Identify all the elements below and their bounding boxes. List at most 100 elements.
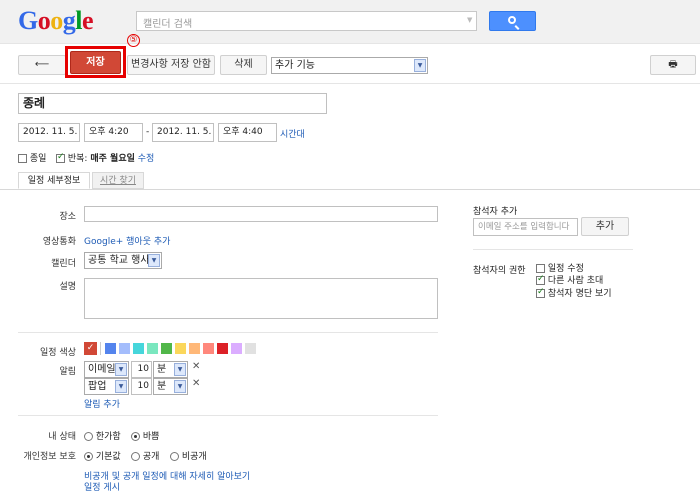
reminder-unit-select[interactable]: 분 ▼ bbox=[153, 378, 188, 395]
repeat-option[interactable]: 반복: 매주 월요일 수정 bbox=[56, 151, 154, 164]
where-input[interactable] bbox=[84, 206, 438, 222]
perm-invite-checkbox[interactable] bbox=[536, 274, 545, 285]
calendar-label: 캘린더 bbox=[51, 259, 76, 269]
reminder-unit-select[interactable]: 분 ▼ bbox=[153, 361, 188, 378]
privacy-public-radio[interactable] bbox=[131, 452, 140, 461]
all-day-checkbox[interactable] bbox=[18, 154, 27, 163]
perm-modify-checkbox[interactable] bbox=[536, 264, 545, 273]
add-hangout-link[interactable]: Google+ 행아웃 추가 bbox=[84, 234, 170, 247]
event-title-input[interactable]: 종례 bbox=[18, 93, 327, 114]
add-reminder-link[interactable]: 알림 추가 bbox=[84, 397, 120, 410]
repeat-checkbox[interactable] bbox=[56, 152, 65, 163]
color-swatch[interactable] bbox=[161, 343, 172, 354]
calendar-select[interactable]: 공통 학교 행사 ▼ bbox=[84, 252, 162, 269]
reminder-label: 알림 bbox=[59, 367, 76, 377]
reminder-method-select[interactable]: 팝업 ▼ bbox=[84, 378, 129, 395]
add-guest-button[interactable]: 추가 bbox=[581, 217, 629, 236]
perm-see-list-checkbox[interactable] bbox=[536, 287, 545, 298]
privacy-private-radio[interactable] bbox=[170, 452, 179, 461]
description-textarea[interactable] bbox=[84, 278, 438, 319]
color-swatch[interactable] bbox=[105, 343, 116, 354]
color-swatch[interactable] bbox=[245, 343, 256, 354]
color-swatch[interactable] bbox=[203, 343, 214, 354]
chevron-down-icon: ▼ bbox=[148, 254, 160, 267]
color-swatch[interactable] bbox=[189, 343, 200, 354]
available-radio[interactable] bbox=[84, 432, 93, 441]
print-button[interactable]: 🖶 bbox=[650, 55, 696, 75]
busy-option[interactable]: 바쁨 bbox=[131, 429, 159, 442]
discard-changes-button[interactable]: 변경사항 저장 안함 bbox=[127, 55, 215, 75]
tab-event-details[interactable]: 일정 세부정보 bbox=[18, 172, 90, 189]
selected-color-swatch[interactable]: ✓ bbox=[84, 342, 97, 355]
guest-email-input[interactable]: 이메일 주소를 입력합니다 bbox=[473, 218, 578, 236]
repeat-edit-link[interactable]: 수정 bbox=[138, 154, 155, 164]
search-options-icon[interactable]: ▼ bbox=[467, 16, 472, 24]
privacy-public-label: 공개 bbox=[142, 452, 160, 462]
color-swatch[interactable] bbox=[133, 343, 144, 354]
busy-radio[interactable] bbox=[131, 432, 140, 441]
reminder-unit-value: 분 bbox=[157, 381, 167, 392]
chevron-down-icon: ▼ bbox=[414, 59, 426, 72]
reminder-method-value: 이메일 bbox=[88, 364, 116, 375]
calendar-value: 공통 학교 행사 bbox=[88, 255, 150, 266]
privacy-private-label: 비공개 bbox=[181, 452, 207, 462]
end-time-input[interactable]: 오후 4:40 bbox=[218, 123, 277, 142]
all-day-option[interactable]: 종일 bbox=[18, 151, 46, 164]
repeat-label: 반복: bbox=[67, 154, 88, 164]
privacy-private-option[interactable]: 비공개 bbox=[170, 449, 207, 462]
all-day-label: 종일 bbox=[29, 154, 47, 164]
add-guests-title: 참석자 추가 bbox=[473, 207, 518, 217]
date-range-dash: - bbox=[146, 127, 150, 137]
color-swatch[interactable] bbox=[119, 343, 130, 354]
divider bbox=[18, 415, 438, 416]
event-color-label: 일정 색상 bbox=[40, 348, 76, 358]
end-date-input[interactable]: 2012. 11. 5. bbox=[152, 123, 214, 142]
delete-button[interactable]: 삭제 bbox=[220, 55, 267, 75]
privacy-default-label: 기본값 bbox=[95, 452, 121, 462]
divider bbox=[0, 83, 700, 84]
search-input[interactable]: 캘린더 검색 bbox=[136, 11, 477, 31]
more-actions-select[interactable]: 추가 기능 ▼ bbox=[271, 57, 428, 74]
available-option[interactable]: 한가함 bbox=[84, 429, 121, 442]
chevron-down-icon: ▼ bbox=[115, 363, 127, 376]
where-label: 장소 bbox=[59, 212, 76, 222]
start-time-input[interactable]: 오후 4:20 bbox=[84, 123, 143, 142]
color-swatch[interactable] bbox=[231, 343, 242, 354]
reminder-unit-value: 분 bbox=[157, 364, 167, 375]
perm-see-list-option[interactable]: 참석자 명단 보기 bbox=[536, 286, 612, 299]
printer-icon: 🖶 bbox=[668, 59, 678, 70]
privacy-public-option[interactable]: 공개 bbox=[131, 449, 159, 462]
annotation-number: ⑤ bbox=[127, 34, 140, 47]
divider bbox=[0, 189, 700, 190]
reminder-amount-input[interactable]: 10 bbox=[131, 361, 152, 378]
chevron-down-icon: ▼ bbox=[174, 363, 186, 376]
perm-see-list-label: 참석자 명단 보기 bbox=[547, 289, 612, 299]
color-swatch[interactable] bbox=[175, 343, 186, 354]
perm-invite-option[interactable]: 다른 사람 초대 bbox=[536, 273, 603, 286]
remove-reminder-icon[interactable]: ✕ bbox=[192, 378, 200, 389]
tab-find-time[interactable]: 시간 찾기 bbox=[92, 172, 144, 189]
repeat-value: 매주 월요일 bbox=[90, 154, 135, 164]
highlight-box bbox=[65, 46, 126, 78]
google-logo[interactable]: Google bbox=[18, 6, 94, 36]
divider bbox=[473, 249, 633, 250]
search-button[interactable] bbox=[489, 11, 536, 31]
perm-invite-label: 다른 사람 초대 bbox=[547, 276, 604, 286]
reminder-method-select[interactable]: 이메일 ▼ bbox=[84, 361, 129, 378]
divider bbox=[18, 332, 438, 333]
chevron-down-icon: ▼ bbox=[115, 380, 127, 393]
remove-reminder-icon[interactable]: ✕ bbox=[192, 361, 200, 372]
reminder-amount-input[interactable]: 10 bbox=[131, 378, 152, 395]
publish-event-link[interactable]: 일정 게시 bbox=[84, 480, 120, 493]
color-separator bbox=[100, 342, 101, 355]
start-date-input[interactable]: 2012. 11. 5. bbox=[18, 123, 80, 142]
color-swatch[interactable] bbox=[147, 343, 158, 354]
privacy-default-radio[interactable] bbox=[84, 452, 93, 461]
back-arrow-icon: ⟵ bbox=[34, 59, 50, 70]
color-swatch[interactable] bbox=[217, 343, 228, 354]
search-icon bbox=[508, 16, 516, 24]
privacy-default-option[interactable]: 기본값 bbox=[84, 449, 121, 462]
chevron-down-icon: ▼ bbox=[174, 380, 186, 393]
back-button[interactable]: ⟵ bbox=[18, 55, 66, 75]
timezone-link[interactable]: 시간대 bbox=[280, 127, 305, 140]
